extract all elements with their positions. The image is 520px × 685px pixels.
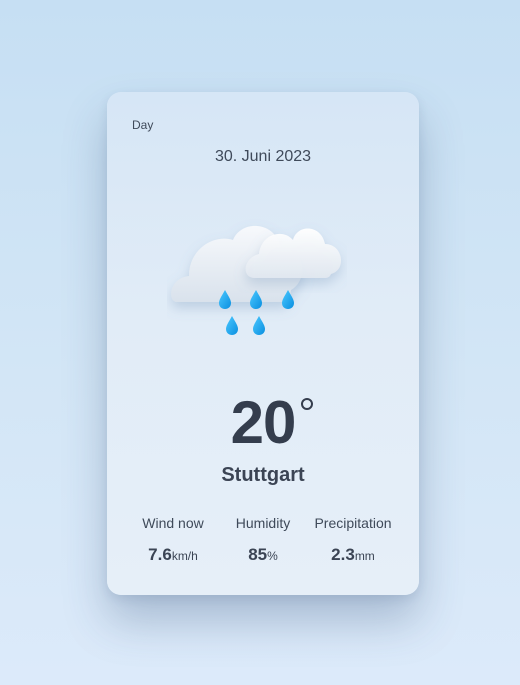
temperature-value: 20: [231, 388, 314, 458]
degree-icon: [301, 398, 314, 410]
cloud-rain-icon: [167, 210, 347, 340]
stat-humidity-label: Humidity: [235, 515, 291, 531]
stat-precipitation-label: Precipitation: [314, 515, 392, 531]
city-name: Stuttgart: [221, 464, 305, 486]
stat-wind-label: Wind now: [142, 515, 204, 531]
stat-humidity: Humidity 85%: [213, 515, 313, 565]
date-label: 30. Juni 2023: [214, 148, 312, 165]
stat-precipitation: Precipitation 2.3mm: [303, 515, 403, 565]
stat-wind: Wind now 7.6km/h: [123, 515, 223, 565]
day-mode-label: Day: [132, 118, 154, 132]
stat-wind-value: 7.6km/h: [148, 545, 198, 564]
weather-card: Day 30. Juni 2023 20 Stuttgart Wind now …: [107, 92, 419, 595]
stat-humidity-value: 85%: [248, 545, 278, 564]
temperature-block: 20: [107, 388, 419, 458]
stat-precipitation-value: 2.3mm: [331, 545, 375, 564]
